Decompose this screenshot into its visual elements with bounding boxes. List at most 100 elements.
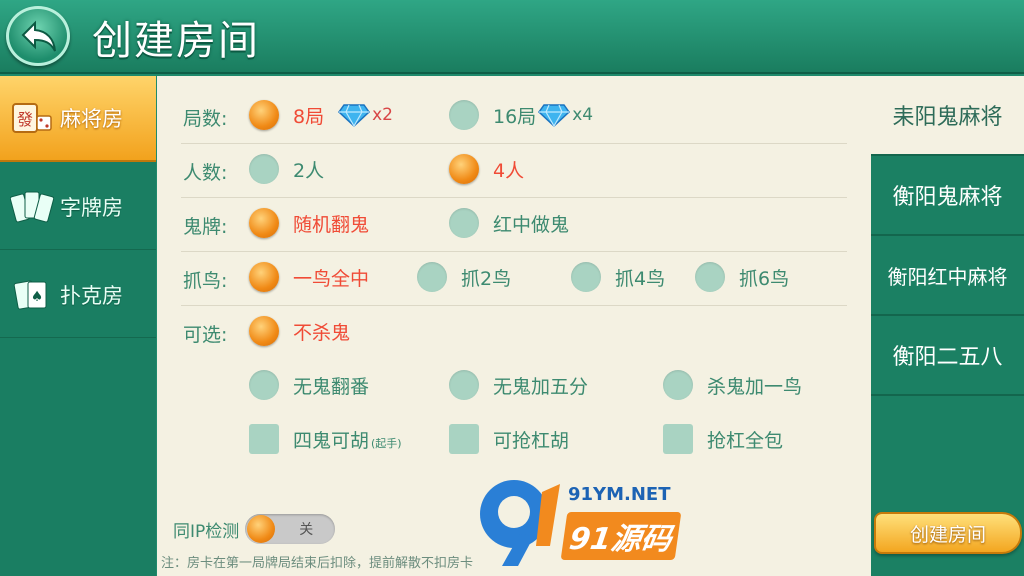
checkbox[interactable] bbox=[663, 424, 693, 454]
sidebar-item-label: 字牌房 bbox=[60, 195, 123, 220]
radio-selected[interactable] bbox=[249, 208, 279, 238]
toggle-state-text: 关 bbox=[299, 522, 314, 538]
option-label: 可抢杠胡 bbox=[493, 429, 570, 452]
birds-option-6[interactable]: 抓6鸟 bbox=[695, 262, 789, 292]
radio-unselected[interactable] bbox=[249, 370, 279, 400]
radio-unselected[interactable] bbox=[449, 100, 479, 130]
diamond-icon bbox=[338, 103, 371, 127]
checkbox[interactable] bbox=[249, 424, 279, 454]
optional-no-kill-ghost[interactable]: 不杀鬼 bbox=[249, 316, 350, 346]
option-label: 8局 bbox=[293, 105, 325, 128]
mode-item-leiyang-ghost[interactable]: 耒阳鬼麻将 bbox=[871, 76, 1024, 156]
option-label: 16局 bbox=[493, 105, 537, 128]
birds-row: 抓鸟: 一鸟全中 抓2鸟 抓4鸟 抓6鸟 bbox=[157, 252, 871, 306]
svg-text:♠: ♠ bbox=[31, 289, 44, 305]
back-button[interactable] bbox=[6, 6, 70, 66]
ip-check-control: 同IP检测 关 bbox=[173, 514, 336, 544]
watermark-brand: 91源码 bbox=[560, 512, 682, 560]
watermark-91-icon bbox=[480, 480, 560, 566]
radio-unselected[interactable] bbox=[571, 262, 601, 292]
birds-option-2[interactable]: 抓2鸟 bbox=[417, 262, 511, 292]
watermark-url: 91YM.NET bbox=[568, 484, 671, 505]
room-settings-panel: 局数: 8局 x2 16局 x4 人数: 2人 4人 鬼牌: 随机翻鬼 红中做鬼… bbox=[157, 76, 871, 576]
ip-check-toggle[interactable]: 关 bbox=[245, 514, 336, 544]
option-label: 无鬼翻番 bbox=[293, 375, 370, 398]
option-label: 随机翻鬼 bbox=[293, 213, 370, 236]
header-bar: 创建房间 bbox=[0, 0, 1024, 74]
option-label: 抓2鸟 bbox=[461, 267, 512, 290]
optional-label: 可选: bbox=[183, 324, 228, 346]
radio-unselected[interactable] bbox=[449, 370, 479, 400]
radio-unselected[interactable] bbox=[449, 208, 479, 238]
optional-row: 可选: 不杀鬼 bbox=[157, 306, 871, 360]
checkbox-four-ghost-win[interactable]: 四鬼可胡 (起手) bbox=[249, 424, 402, 454]
game-mode-list: 耒阳鬼麻将 衡阳鬼麻将 衡阳红中麻将 衡阳二五八 bbox=[871, 76, 1024, 576]
checkbox-rob-kong-win[interactable]: 可抢杠胡 bbox=[449, 424, 569, 454]
ghost-option-red-dragon[interactable]: 红中做鬼 bbox=[449, 208, 569, 238]
sidebar-item-label: 扑克房 bbox=[60, 283, 123, 308]
option-label: 抢杠全包 bbox=[707, 429, 784, 452]
radio-selected[interactable] bbox=[249, 262, 279, 292]
rounds-row: 局数: 8局 x2 16局 x4 bbox=[157, 90, 871, 144]
birds-option-4[interactable]: 抓4鸟 bbox=[571, 262, 665, 292]
radio-unselected[interactable] bbox=[417, 262, 447, 292]
optional-row-2: 无鬼翻番 无鬼加五分 杀鬼加一鸟 bbox=[157, 360, 871, 414]
radio-unselected[interactable] bbox=[695, 262, 725, 292]
option-label: 4人 bbox=[493, 159, 525, 182]
players-option-4[interactable]: 4人 bbox=[449, 154, 524, 184]
word-cards-icon bbox=[10, 187, 54, 227]
mode-item-hengyang-red-dragon[interactable]: 衡阳红中麻将 bbox=[871, 236, 1024, 316]
players-label: 人数: bbox=[183, 162, 228, 184]
ghost-option-random[interactable]: 随机翻鬼 bbox=[249, 208, 369, 238]
sidebar-item-word-cards[interactable]: 字牌房 bbox=[0, 164, 156, 250]
rounds-label: 局数: bbox=[183, 108, 228, 130]
watermark-logo: 91YM.NET 91源码 bbox=[472, 474, 702, 570]
room-type-sidebar: 發 麻将房 字牌房 ♠ 扑克房 bbox=[0, 76, 156, 576]
svg-text:發: 發 bbox=[17, 110, 33, 129]
sidebar-item-label: 麻将房 bbox=[60, 107, 123, 131]
rounds-option-8[interactable]: 8局 x2 bbox=[249, 100, 393, 130]
option-label: 抓6鸟 bbox=[739, 267, 790, 290]
option-label: 四鬼可胡 bbox=[293, 429, 370, 452]
radio-selected[interactable] bbox=[449, 154, 479, 184]
option-label: 杀鬼加一鸟 bbox=[707, 375, 803, 398]
option-label: 无鬼加五分 bbox=[493, 375, 589, 398]
checkbox[interactable] bbox=[449, 424, 479, 454]
players-row: 人数: 2人 4人 bbox=[157, 144, 871, 198]
rounds-option-16[interactable]: 16局 x4 bbox=[449, 100, 593, 130]
option-label: 2人 bbox=[293, 159, 325, 182]
option-label: 抓4鸟 bbox=[615, 267, 666, 290]
checkbox-rob-kong-full-pay[interactable]: 抢杠全包 bbox=[663, 424, 783, 454]
radio-selected[interactable] bbox=[249, 100, 279, 130]
back-arrow-icon bbox=[21, 20, 56, 52]
option-label: 不杀鬼 bbox=[293, 321, 351, 344]
ghost-label: 鬼牌: bbox=[183, 216, 228, 238]
mode-item-hengyang-258[interactable]: 衡阳二五八 bbox=[871, 316, 1024, 396]
option-label: 红中做鬼 bbox=[493, 213, 570, 236]
toggle-knob[interactable] bbox=[247, 515, 276, 543]
optional-no-ghost-double[interactable]: 无鬼翻番 bbox=[249, 370, 369, 400]
birds-label: 抓鸟: bbox=[183, 270, 228, 292]
optional-row-3: 四鬼可胡 (起手) 可抢杠胡 抢杠全包 bbox=[157, 414, 871, 468]
sidebar-item-poker[interactable]: ♠ 扑克房 bbox=[0, 252, 156, 338]
ip-check-label: 同IP检测 bbox=[173, 521, 240, 542]
optional-kill-ghost-plus-bird[interactable]: 杀鬼加一鸟 bbox=[663, 370, 802, 400]
radio-unselected[interactable] bbox=[249, 154, 279, 184]
option-label: 一鸟全中 bbox=[293, 267, 370, 290]
mahjong-tile-icon: 發 bbox=[10, 98, 54, 138]
poker-cards-icon: ♠ bbox=[10, 275, 54, 315]
diamond-icon bbox=[538, 103, 571, 127]
sidebar-item-mahjong[interactable]: 發 麻将房 bbox=[0, 76, 156, 162]
players-option-2[interactable]: 2人 bbox=[249, 154, 324, 184]
radio-selected[interactable] bbox=[249, 316, 279, 346]
birds-option-one-all[interactable]: 一鸟全中 bbox=[249, 262, 369, 292]
mode-item-hengyang-ghost[interactable]: 衡阳鬼麻将 bbox=[871, 156, 1024, 236]
radio-unselected[interactable] bbox=[663, 370, 693, 400]
gem-multiplier: x4 bbox=[572, 105, 594, 125]
create-room-button[interactable]: 创建房间 bbox=[874, 512, 1022, 554]
page-title: 创建房间 bbox=[92, 18, 260, 64]
create-room-label: 创建房间 bbox=[909, 523, 986, 546]
optional-no-ghost-plus-five[interactable]: 无鬼加五分 bbox=[449, 370, 588, 400]
ghost-row: 鬼牌: 随机翻鬼 红中做鬼 bbox=[157, 198, 871, 252]
option-suffix: (起手) bbox=[371, 437, 402, 450]
